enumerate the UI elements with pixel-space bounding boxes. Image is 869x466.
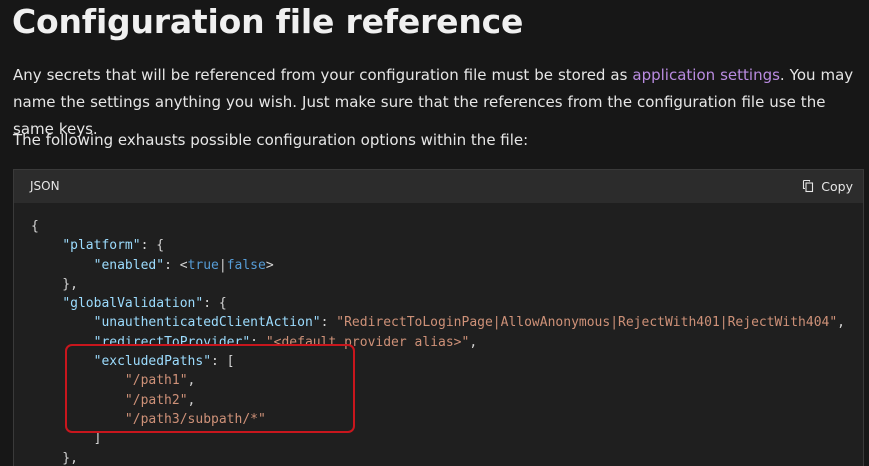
- code-line: ]: [31, 431, 102, 447]
- code-line: "globalValidation": {: [31, 296, 227, 312]
- code-token: "<default provider alias>": [265, 334, 470, 350]
- application-settings-link[interactable]: application settings: [632, 66, 780, 84]
- code-token: "/path2": [124, 392, 188, 408]
- code-token: :: [250, 334, 266, 350]
- code-token: ]: [31, 431, 102, 447]
- code-token: >: [265, 257, 274, 273]
- code-token: {: [31, 219, 39, 234]
- code-token: "redirectToProvider": [93, 334, 251, 350]
- code-line: "/path2",: [31, 393, 195, 408]
- intro-text-start: Any secrets that will be referenced from…: [13, 66, 633, 84]
- code-token: },: [31, 450, 78, 466]
- code-line: "excludedPaths": [: [31, 354, 235, 369]
- code-token: ,: [187, 392, 196, 408]
- code-token: ,: [187, 373, 196, 389]
- copy-button[interactable]: Copy: [801, 176, 853, 196]
- code-token: : [: [211, 354, 235, 370]
- code-token: },: [31, 276, 78, 292]
- copy-icon: [801, 179, 815, 193]
- code-line: "redirectToProvider": "<default provider…: [31, 334, 478, 350]
- code-token: |: [218, 257, 227, 273]
- page-title: Configuration file reference: [12, 2, 524, 41]
- code-token: "unauthenticatedClientAction": [93, 315, 321, 331]
- code-token: "platform": [62, 238, 141, 254]
- code-block: JSON Copy { "platform": { "enabled": <tr…: [13, 169, 864, 466]
- code-token: "RedirectToLoginPage|AllowAnonymous|Reje…: [336, 315, 838, 331]
- code-token: : {: [140, 238, 165, 254]
- code-token: : <: [164, 257, 188, 273]
- code-token: "/path1": [124, 373, 188, 389]
- code-token: ,: [469, 334, 478, 350]
- code-header: JSON Copy: [14, 170, 863, 203]
- code-token: "excludedPaths": [93, 354, 212, 370]
- code-line: },: [31, 277, 78, 292]
- code-token: false: [226, 257, 266, 273]
- code-token: :: [320, 315, 337, 331]
- code-token: "globalValidation": [62, 296, 204, 312]
- code-line: "unauthenticatedClientAction": "Redirect…: [31, 315, 845, 330]
- code-token: : {: [203, 296, 227, 312]
- code-line: "/path1",: [31, 373, 195, 388]
- code-token: ,: [837, 315, 845, 331]
- code-token: "enabled": [93, 257, 165, 273]
- code-token: "/path3/subpath/*": [124, 411, 266, 427]
- code-line: "/path3/subpath/*": [31, 412, 266, 427]
- code-language-label: JSON: [30, 179, 60, 193]
- code-line: "platform": {: [31, 238, 164, 253]
- copy-label: Copy: [821, 178, 853, 194]
- code-line: "enabled": <true|false>: [31, 258, 274, 273]
- code-token: true: [187, 257, 219, 273]
- options-paragraph: The following exhausts possible configur…: [13, 131, 529, 149]
- code-line: {: [31, 219, 39, 234]
- code-line: },: [31, 451, 78, 466]
- json-code: { "platform": { "enabled": <true|false> …: [31, 217, 845, 466]
